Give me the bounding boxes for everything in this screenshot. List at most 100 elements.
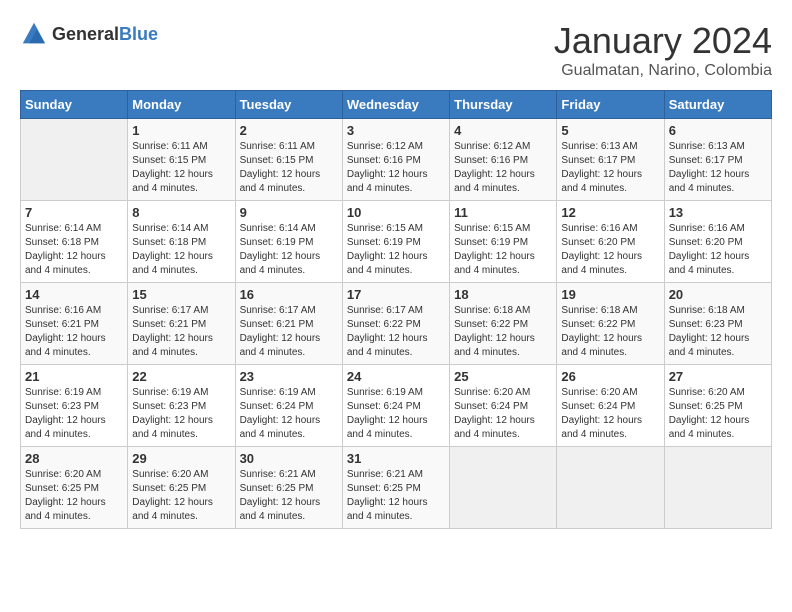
calendar-cell: 25Sunrise: 6:20 AMSunset: 6:24 PMDayligh…: [450, 365, 557, 447]
day-info: Sunrise: 6:20 AMSunset: 6:25 PMDaylight:…: [669, 386, 767, 442]
calendar-cell: 4 Sunrise: 6:12 AMSunset: 6:16 PMDaylight…: [450, 119, 557, 201]
calendar-header: SundayMondayTuesdayWednesdayThursdayFrid…: [21, 91, 772, 119]
calendar-cell: 27 Sunrise: 6:20 AMSunset: 6:25 PMDayligh…: [664, 365, 771, 447]
day-number: 20: [669, 287, 767, 302]
day-info: Sunrise: 6:14 AMSunset: 6:18 PMDaylight:…: [132, 222, 230, 278]
day-number: 1: [132, 123, 230, 138]
week-row-4: 21 Sunrise: 6:19 AMSunset: 6:23 PMDayligh…: [21, 365, 772, 447]
calendar-cell: 2Sunrise: 6:11 AMSunset: 6:15 PMDaylight…: [235, 119, 342, 201]
day-info: Sunrise: 6:20 AMSunset: 6:25 PMDaylight:…: [25, 468, 123, 524]
day-number: 19: [561, 287, 659, 302]
day-number: 16: [240, 287, 338, 302]
calendar-cell: 19 Sunrise: 6:18 AMSunset: 6:22 PMDayligh…: [557, 283, 664, 365]
day-header-thursday: Thursday: [450, 91, 557, 119]
logo-text: GeneralBlue: [52, 24, 158, 45]
day-info: Sunrise: 6:18 AMSunset: 6:23 PMDaylight:…: [669, 304, 767, 360]
day-header-monday: Monday: [128, 91, 235, 119]
calendar-cell: 23 Sunrise: 6:19 AMSunset: 6:24 PMDayligh…: [235, 365, 342, 447]
calendar-cell: 21 Sunrise: 6:19 AMSunset: 6:23 PMDayligh…: [21, 365, 128, 447]
calendar-cell: 14 Sunrise: 6:16 AMSunset: 6:21 PMDayligh…: [21, 283, 128, 365]
calendar-cell: 5 Sunrise: 6:13 AMSunset: 6:17 PMDaylight…: [557, 119, 664, 201]
day-number: 25: [454, 369, 552, 384]
calendar-cell: 26 Sunrise: 6:20 AMSunset: 6:24 PMDayligh…: [557, 365, 664, 447]
day-info: Sunrise: 6:12 AMSunset: 6:16 PMDaylight:…: [347, 140, 445, 196]
day-info: Sunrise: 6:15 AMSunset: 6:19 PMDaylight:…: [454, 222, 552, 278]
day-number: 2: [240, 123, 338, 138]
day-number: 5: [561, 123, 659, 138]
day-number: 6: [669, 123, 767, 138]
day-number: 27: [669, 369, 767, 384]
day-number: 12: [561, 205, 659, 220]
day-info: Sunrise: 6:16 AMSunset: 6:21 PMDaylight:…: [25, 304, 123, 360]
month-title: January 2024: [554, 20, 772, 62]
day-header-tuesday: Tuesday: [235, 91, 342, 119]
calendar-cell: 20 Sunrise: 6:18 AMSunset: 6:23 PMDayligh…: [664, 283, 771, 365]
day-info: Sunrise: 6:20 AMSunset: 6:24 PMDaylight:…: [561, 386, 659, 442]
calendar-cell: 30 Sunrise: 6:21 AMSunset: 6:25 PMDayligh…: [235, 447, 342, 529]
page-header: GeneralBlue January 2024 Gualmatan, Nari…: [20, 20, 772, 80]
header-row: SundayMondayTuesdayWednesdayThursdayFrid…: [21, 91, 772, 119]
day-info: Sunrise: 6:19 AMSunset: 6:23 PMDaylight:…: [25, 386, 123, 442]
day-number: 15: [132, 287, 230, 302]
calendar-cell: 22 Sunrise: 6:19 AMSunset: 6:23 PMDayligh…: [128, 365, 235, 447]
day-info: Sunrise: 6:14 AMSunset: 6:18 PMDaylight:…: [25, 222, 123, 278]
calendar-cell: 24Sunrise: 6:19 AMSunset: 6:24 PMDayligh…: [342, 365, 449, 447]
calendar-cell: 9 Sunrise: 6:14 AMSunset: 6:19 PMDaylight…: [235, 201, 342, 283]
day-number: 8: [132, 205, 230, 220]
day-number: 4: [454, 123, 552, 138]
day-info: Sunrise: 6:21 AMSunset: 6:25 PMDaylight:…: [240, 468, 338, 524]
calendar-cell: [450, 447, 557, 529]
location-title: Gualmatan, Narino, Colombia: [554, 62, 772, 80]
day-number: 31: [347, 451, 445, 466]
day-info: Sunrise: 6:19 AMSunset: 6:23 PMDaylight:…: [132, 386, 230, 442]
calendar-cell: 7 Sunrise: 6:14 AMSunset: 6:18 PMDaylight…: [21, 201, 128, 283]
day-number: 3: [347, 123, 445, 138]
week-row-5: 28 Sunrise: 6:20 AMSunset: 6:25 PMDayligh…: [21, 447, 772, 529]
calendar-cell: 28 Sunrise: 6:20 AMSunset: 6:25 PMDayligh…: [21, 447, 128, 529]
day-header-wednesday: Wednesday: [342, 91, 449, 119]
calendar-cell: 31 Sunrise: 6:21 AMSunset: 6:25 PMDayligh…: [342, 447, 449, 529]
day-number: 22: [132, 369, 230, 384]
day-info: Sunrise: 6:17 AMSunset: 6:21 PMDaylight:…: [132, 304, 230, 360]
calendar-cell: 6 Sunrise: 6:13 AMSunset: 6:17 PMDaylight…: [664, 119, 771, 201]
calendar-cell: [21, 119, 128, 201]
calendar-cell: 29 Sunrise: 6:20 AMSunset: 6:25 PMDayligh…: [128, 447, 235, 529]
day-number: 26: [561, 369, 659, 384]
day-number: 28: [25, 451, 123, 466]
day-header-friday: Friday: [557, 91, 664, 119]
day-info: Sunrise: 6:21 AMSunset: 6:25 PMDaylight:…: [347, 468, 445, 524]
logo-general: General: [52, 24, 119, 44]
day-info: Sunrise: 6:17 AMSunset: 6:22 PMDaylight:…: [347, 304, 445, 360]
calendar-table: SundayMondayTuesdayWednesdayThursdayFrid…: [20, 90, 772, 529]
day-info: Sunrise: 6:18 AMSunset: 6:22 PMDaylight:…: [454, 304, 552, 360]
day-number: 21: [25, 369, 123, 384]
day-info: Sunrise: 6:12 AMSunset: 6:16 PMDaylight:…: [454, 140, 552, 196]
day-number: 13: [669, 205, 767, 220]
day-number: 9: [240, 205, 338, 220]
calendar-cell: 10Sunrise: 6:15 AMSunset: 6:19 PMDayligh…: [342, 201, 449, 283]
calendar-cell: 11Sunrise: 6:15 AMSunset: 6:19 PMDayligh…: [450, 201, 557, 283]
day-number: 30: [240, 451, 338, 466]
logo-icon: [20, 20, 48, 48]
day-info: Sunrise: 6:13 AMSunset: 6:17 PMDaylight:…: [561, 140, 659, 196]
day-info: Sunrise: 6:13 AMSunset: 6:17 PMDaylight:…: [669, 140, 767, 196]
day-info: Sunrise: 6:16 AMSunset: 6:20 PMDaylight:…: [669, 222, 767, 278]
day-info: Sunrise: 6:20 AMSunset: 6:25 PMDaylight:…: [132, 468, 230, 524]
calendar-cell: 13 Sunrise: 6:16 AMSunset: 6:20 PMDayligh…: [664, 201, 771, 283]
day-info: Sunrise: 6:18 AMSunset: 6:22 PMDaylight:…: [561, 304, 659, 360]
day-number: 17: [347, 287, 445, 302]
calendar-cell: [557, 447, 664, 529]
calendar-cell: 3 Sunrise: 6:12 AMSunset: 6:16 PMDaylight…: [342, 119, 449, 201]
day-number: 14: [25, 287, 123, 302]
day-number: 23: [240, 369, 338, 384]
calendar-cell: 15 Sunrise: 6:17 AMSunset: 6:21 PMDayligh…: [128, 283, 235, 365]
calendar-cell: 16 Sunrise: 6:17 AMSunset: 6:21 PMDayligh…: [235, 283, 342, 365]
day-number: 29: [132, 451, 230, 466]
day-header-saturday: Saturday: [664, 91, 771, 119]
day-info: Sunrise: 6:19 AMSunset: 6:24 PMDaylight:…: [240, 386, 338, 442]
day-info: Sunrise: 6:14 AMSunset: 6:19 PMDaylight:…: [240, 222, 338, 278]
day-info: Sunrise: 6:17 AMSunset: 6:21 PMDaylight:…: [240, 304, 338, 360]
day-number: 7: [25, 205, 123, 220]
title-block: January 2024 Gualmatan, Narino, Colombia: [554, 20, 772, 80]
day-info: Sunrise: 6:15 AMSunset: 6:19 PMDaylight:…: [347, 222, 445, 278]
